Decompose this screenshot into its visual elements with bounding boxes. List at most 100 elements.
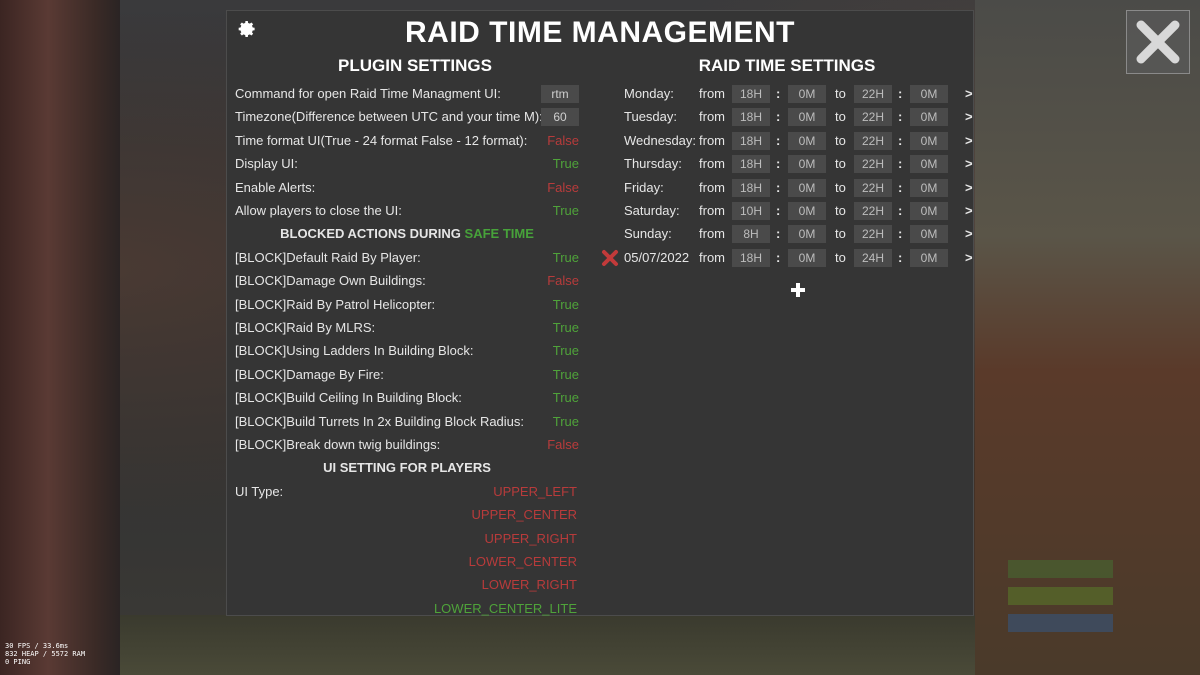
from-minute-input[interactable]: 0M bbox=[788, 202, 826, 220]
day-label: Saturday: bbox=[624, 203, 680, 218]
blocked-toggle[interactable]: True bbox=[553, 387, 579, 409]
blocked-toggle[interactable]: True bbox=[553, 340, 579, 362]
day-next-arrow[interactable]: > bbox=[965, 107, 973, 127]
from-minute-input[interactable]: 0M bbox=[788, 155, 826, 174]
to-hour-input[interactable]: 24H bbox=[854, 248, 892, 267]
ui-type-option[interactable]: LOWER_CENTER_LITE bbox=[434, 599, 577, 619]
setting-row: Allow players to close the UI: True bbox=[235, 200, 579, 222]
blocked-row: [BLOCK]Damage By Fire: True bbox=[235, 364, 579, 386]
ui-type-option[interactable]: UPPER_CENTER bbox=[472, 505, 577, 525]
hud-status-bar bbox=[1008, 560, 1113, 578]
close-button[interactable] bbox=[1126, 10, 1190, 74]
blocked-toggle[interactable]: True bbox=[553, 364, 579, 386]
setting-row: Command for open Raid Time Managment UI:… bbox=[235, 83, 579, 105]
to-hour-input[interactable]: 22H bbox=[854, 155, 892, 174]
ui-settings-heading: UI SETTING FOR PLAYERS bbox=[235, 457, 579, 479]
blocked-row: [BLOCK]Default Raid By Player: True bbox=[235, 247, 579, 269]
blocked-row: [BLOCK]Damage Own Buildings: False bbox=[235, 270, 579, 292]
to-hour-input[interactable]: 22H bbox=[854, 178, 892, 197]
from-hour-input[interactable]: 18H bbox=[732, 155, 770, 174]
blocked-toggle[interactable]: False bbox=[547, 270, 579, 292]
day-next-arrow[interactable]: > bbox=[965, 154, 973, 174]
from-hour-input[interactable]: 18H bbox=[732, 178, 770, 197]
from-hour-input[interactable]: 18H bbox=[732, 108, 770, 127]
to-label: to bbox=[835, 132, 846, 148]
to-hour-input[interactable]: 22H bbox=[854, 131, 892, 150]
time-separator: : bbox=[776, 179, 781, 195]
blocked-toggle[interactable]: True bbox=[553, 247, 579, 269]
hud-status-bar bbox=[1008, 587, 1113, 605]
to-minute-input[interactable]: 0M bbox=[910, 108, 948, 127]
from-hour-input[interactable]: 18H bbox=[732, 131, 770, 150]
to-minute-input[interactable]: 0M bbox=[910, 248, 948, 267]
setting-toggle[interactable]: True bbox=[553, 153, 579, 175]
blocked-toggle[interactable]: True bbox=[553, 411, 579, 433]
to-minute-input[interactable]: 0M bbox=[910, 155, 948, 174]
fps-line: 30 FPS / 33.6ms bbox=[5, 642, 69, 650]
memory-line: 832 HEAP / 5572 RAM bbox=[5, 650, 86, 658]
to-minute-input[interactable]: 0M bbox=[910, 85, 948, 103]
day-next-arrow[interactable]: > bbox=[965, 84, 973, 104]
from-label: from bbox=[699, 109, 725, 125]
blocked-label: [BLOCK]Build Ceiling In Building Block: bbox=[235, 390, 462, 406]
time-separator: : bbox=[776, 132, 781, 148]
from-minute-input[interactable]: 0M bbox=[788, 108, 826, 127]
setting-input[interactable]: rtm bbox=[541, 85, 579, 103]
from-hour-input[interactable]: 8H bbox=[732, 225, 770, 244]
ui-type-option[interactable]: UPPER_RIGHT bbox=[485, 529, 577, 549]
time-separator: : bbox=[776, 203, 781, 218]
from-minute-input[interactable]: 0M bbox=[788, 85, 826, 103]
to-minute-input[interactable]: 0M bbox=[910, 178, 948, 197]
blocked-heading-label: BLOCKED ACTIONS DURING bbox=[280, 226, 461, 242]
blocked-label: [BLOCK]Raid By Patrol Helicopter: bbox=[235, 296, 436, 312]
blocked-toggle[interactable]: True bbox=[553, 317, 579, 339]
blocked-label: [BLOCK]Raid By MLRS: bbox=[235, 320, 376, 335]
day-label: 05/07/2022 bbox=[624, 249, 690, 265]
time-separator: : bbox=[898, 249, 903, 265]
day-next-arrow[interactable]: > bbox=[965, 131, 973, 151]
background-ground bbox=[120, 615, 975, 675]
to-minute-input[interactable]: 0M bbox=[910, 225, 948, 244]
to-hour-input[interactable]: 22H bbox=[854, 202, 892, 220]
day-next-arrow[interactable]: > bbox=[965, 224, 973, 244]
blocked-label: [BLOCK]Break down twig buildings: bbox=[235, 437, 441, 452]
day-next-arrow[interactable]: > bbox=[965, 248, 973, 268]
to-hour-input[interactable]: 22H bbox=[854, 225, 892, 244]
blocked-toggle[interactable]: True bbox=[553, 294, 579, 316]
add-schedule-button[interactable] bbox=[789, 281, 807, 299]
time-separator: : bbox=[898, 203, 903, 218]
from-hour-input[interactable]: 18H bbox=[732, 248, 770, 267]
setting-input[interactable]: 60 bbox=[541, 108, 579, 127]
from-minute-input[interactable]: 0M bbox=[788, 178, 826, 197]
remove-date-icon[interactable] bbox=[601, 249, 619, 267]
time-separator: : bbox=[898, 179, 903, 195]
ui-type-option[interactable]: UPPER_LEFT bbox=[493, 482, 577, 502]
plugin-settings-heading: PLUGIN SETTINGS bbox=[338, 56, 492, 75]
from-minute-input[interactable]: 0M bbox=[788, 131, 826, 150]
setting-toggle[interactable]: True bbox=[553, 200, 579, 222]
time-separator: : bbox=[776, 109, 781, 125]
blocked-toggle[interactable]: False bbox=[547, 434, 579, 456]
to-minute-input[interactable]: 0M bbox=[910, 131, 948, 150]
setting-toggle[interactable]: False bbox=[547, 177, 579, 199]
from-label: from bbox=[699, 203, 725, 218]
from-minute-input[interactable]: 0M bbox=[788, 225, 826, 244]
setting-toggle[interactable]: False bbox=[547, 130, 579, 152]
from-hour-input[interactable]: 10H bbox=[732, 202, 770, 220]
setting-label: Enable Alerts: bbox=[235, 179, 316, 195]
from-minute-input[interactable]: 0M bbox=[788, 248, 826, 267]
to-minute-input[interactable]: 0M bbox=[910, 202, 948, 220]
day-label: Sunday: bbox=[624, 226, 672, 242]
ui-type-option[interactable]: LOWER_CENTER bbox=[469, 552, 577, 572]
setting-row: Time format UI(True - 24 format False - … bbox=[235, 130, 579, 152]
day-next-arrow[interactable]: > bbox=[965, 201, 973, 221]
time-separator: : bbox=[776, 249, 781, 265]
ui-type-option[interactable]: LOWER_RIGHT bbox=[482, 575, 577, 595]
day-next-arrow[interactable]: > bbox=[965, 178, 973, 198]
day-label: Monday: bbox=[624, 86, 674, 101]
to-hour-input[interactable]: 22H bbox=[854, 108, 892, 127]
setting-row: Enable Alerts: False bbox=[235, 177, 579, 199]
to-hour-input[interactable]: 22H bbox=[854, 85, 892, 103]
from-hour-input[interactable]: 18H bbox=[732, 85, 770, 103]
time-separator: : bbox=[898, 132, 903, 148]
